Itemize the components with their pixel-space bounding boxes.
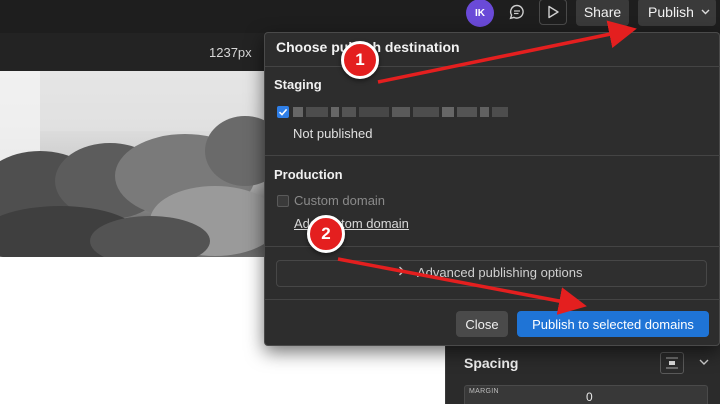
custom-domain-checkbox[interactable]: [277, 195, 289, 207]
comment-icon[interactable]: [503, 0, 531, 25]
staging-domain-redacted: [293, 105, 533, 118]
step-1-number: 1: [355, 50, 365, 69]
step-2-badge: 2: [307, 215, 345, 253]
canvas-landscape-image[interactable]: [0, 71, 275, 257]
step-1-badge: 1: [341, 41, 379, 79]
top-bar: IK Share Publish: [0, 0, 720, 27]
staging-heading: Staging: [274, 77, 322, 92]
advanced-options-label: Advanced publishing options: [417, 265, 583, 280]
play-icon: [548, 5, 559, 19]
divider: [265, 66, 720, 67]
margin-label: MARGIN: [469, 388, 499, 395]
margin-value[interactable]: 0: [586, 390, 593, 404]
divider: [265, 155, 720, 156]
custom-domain-label: Custom domain: [294, 193, 386, 208]
chevron-down-icon[interactable]: [697, 355, 711, 369]
check-icon: [278, 108, 288, 116]
canvas-width-label: 1237px: [209, 45, 252, 60]
close-button[interactable]: Close: [456, 311, 508, 337]
preview-play-button[interactable]: [539, 0, 567, 25]
share-button[interactable]: Share: [576, 0, 629, 26]
staging-status: Not published: [293, 126, 373, 141]
staging-checkbox[interactable]: [277, 106, 289, 118]
share-label: Share: [583, 4, 622, 20]
publish-to-selected-domains-button[interactable]: Publish to selected domains: [517, 311, 709, 337]
publish-button[interactable]: Publish: [638, 0, 716, 26]
publish-label: Publish: [648, 4, 694, 20]
production-heading: Production: [274, 167, 343, 182]
chevron-down-icon: [701, 7, 710, 18]
spacing-icon[interactable]: [660, 352, 684, 374]
user-avatar[interactable]: IK: [466, 0, 494, 27]
step-2-number: 2: [321, 224, 331, 243]
publish-selected-label: Publish to selected domains: [532, 316, 694, 332]
close-label: Close: [465, 316, 499, 332]
chevron-right-icon: [398, 266, 405, 279]
avatar-initials: IK: [475, 7, 485, 19]
divider: [265, 299, 720, 300]
spacing-section-title: Spacing: [464, 355, 519, 371]
